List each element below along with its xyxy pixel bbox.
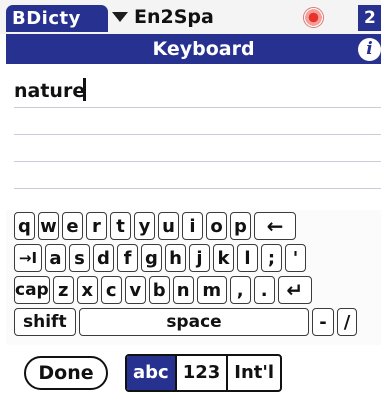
text-line-rule bbox=[14, 134, 381, 135]
key-dash[interactable]: - bbox=[312, 308, 334, 336]
key-u[interactable]: u bbox=[158, 212, 179, 240]
key-d[interactable]: d bbox=[93, 244, 114, 272]
key-slash[interactable]: / bbox=[337, 308, 357, 336]
mode-intl-button[interactable]: Int'l bbox=[228, 356, 280, 390]
key-q[interactable]: q bbox=[14, 212, 35, 240]
key-g[interactable]: g bbox=[141, 244, 162, 272]
enter-key[interactable]: ↵ bbox=[277, 276, 312, 304]
key-e[interactable]: e bbox=[62, 212, 83, 240]
key-j[interactable]: j bbox=[189, 244, 210, 272]
keyboard-row-3: cap z x c v b n m , . ↵ bbox=[14, 276, 312, 304]
text-caret bbox=[83, 78, 86, 101]
key-n[interactable]: n bbox=[172, 276, 194, 304]
indicator-dot-icon[interactable] bbox=[303, 7, 324, 28]
key-k[interactable]: k bbox=[213, 244, 234, 272]
key-w[interactable]: w bbox=[38, 212, 59, 240]
key-period[interactable]: . bbox=[253, 276, 275, 304]
key-z[interactable]: z bbox=[52, 276, 74, 304]
key-i[interactable]: i bbox=[182, 212, 203, 240]
text-line-rule bbox=[14, 188, 381, 189]
text-line-rule bbox=[14, 161, 381, 162]
key-o[interactable]: o bbox=[206, 212, 227, 240]
key-apostrophe[interactable]: ' bbox=[285, 244, 306, 272]
done-button[interactable]: Done bbox=[24, 356, 108, 390]
corner-tab[interactable]: 2 bbox=[358, 5, 381, 31]
dropdown-triangle-icon[interactable] bbox=[112, 12, 128, 22]
key-semicolon[interactable]: ; bbox=[261, 244, 282, 272]
key-p[interactable]: p bbox=[230, 212, 251, 240]
keyboard-mode-selector: abc 123 Int'l bbox=[125, 354, 283, 392]
space-key[interactable]: space bbox=[79, 308, 309, 336]
onscreen-keyboard: q w e r t y u i o p ← →I a s d f g h j k… bbox=[6, 210, 381, 345]
keyboard-row-2: →I a s d f g h j k l ; ' bbox=[14, 244, 306, 272]
key-x[interactable]: x bbox=[76, 276, 98, 304]
key-s[interactable]: s bbox=[69, 244, 90, 272]
key-v[interactable]: v bbox=[124, 276, 146, 304]
keyboard-row-4: shift space - / bbox=[14, 308, 357, 336]
keyboard-row-1: q w e r t y u i o p ← bbox=[14, 212, 296, 240]
language-selector[interactable]: En2Spa bbox=[134, 6, 214, 28]
backspace-key[interactable]: ← bbox=[254, 212, 296, 240]
info-icon[interactable]: i bbox=[358, 38, 381, 61]
mode-123-button[interactable]: 123 bbox=[177, 356, 229, 390]
key-h[interactable]: h bbox=[165, 244, 186, 272]
tab-key[interactable]: →I bbox=[14, 244, 42, 272]
key-b[interactable]: b bbox=[148, 276, 170, 304]
text-line-rule bbox=[14, 107, 381, 108]
key-c[interactable]: c bbox=[100, 276, 122, 304]
shift-key[interactable]: shift bbox=[14, 308, 76, 336]
key-y[interactable]: y bbox=[134, 212, 155, 240]
key-comma[interactable]: , bbox=[229, 276, 251, 304]
key-t[interactable]: t bbox=[110, 212, 131, 240]
page-title: Keyboard bbox=[6, 34, 381, 64]
mode-abc-button[interactable]: abc bbox=[127, 356, 177, 390]
key-m[interactable]: m bbox=[196, 276, 227, 304]
key-a[interactable]: a bbox=[45, 244, 66, 272]
key-f[interactable]: f bbox=[117, 244, 138, 272]
text-input-value[interactable]: nature bbox=[14, 80, 85, 102]
caps-key[interactable]: cap bbox=[14, 276, 50, 304]
key-l[interactable]: l bbox=[237, 244, 258, 272]
app-title-tab[interactable]: BDicty bbox=[6, 5, 108, 32]
key-r[interactable]: r bbox=[86, 212, 107, 240]
